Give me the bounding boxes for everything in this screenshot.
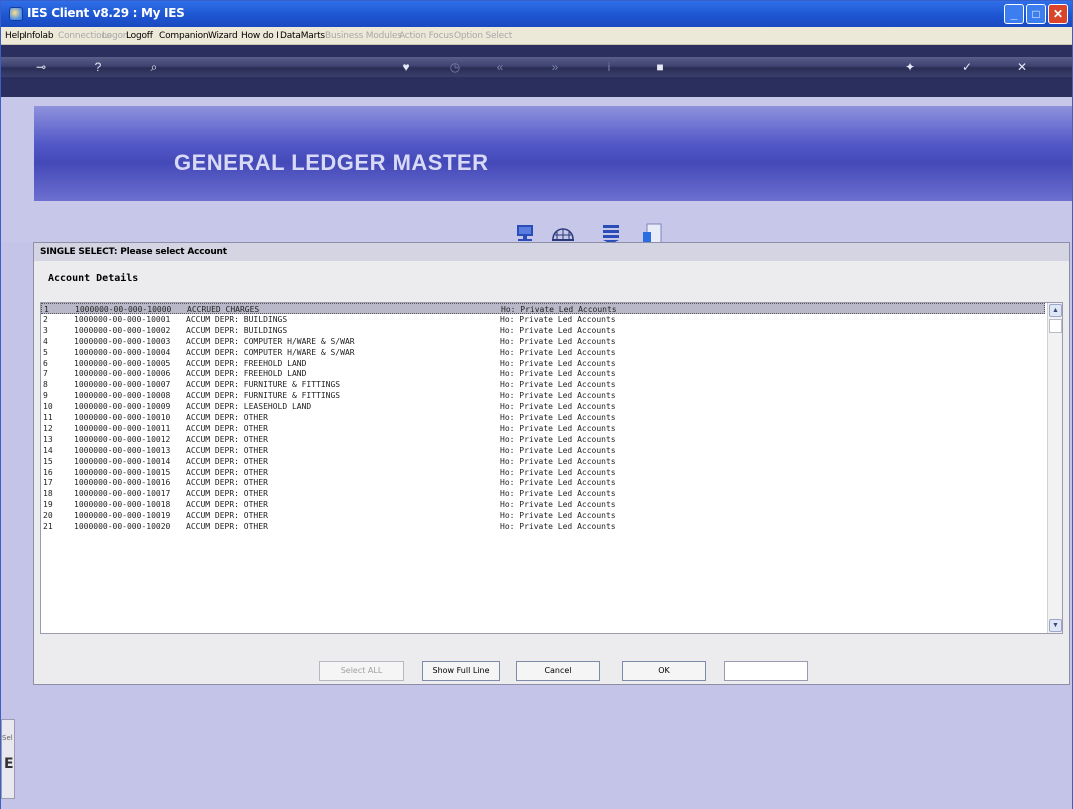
table-row[interactable]: 2 1000000-00-000-10001 ACCUM DEPR: BUILDIN… <box>41 314 1045 325</box>
ok-button[interactable]: OK <box>622 661 706 681</box>
section-label: Account Details <box>48 273 139 284</box>
title-bar[interactable]: IES Client v8.29 : My IES _ □ ✕ <box>1 1 1072 27</box>
table-row[interactable]: 6 1000000-00-000-10005 ACCUM DEPR: FREEHOL… <box>41 358 1045 369</box>
key-icon[interactable]: ⊸ <box>33 59 49 75</box>
table-row[interactable]: 18 1000000-00-000-10017 ACCUM DEPR: OTHER H… <box>41 488 1045 499</box>
table-row[interactable]: 14 1000000-00-000-10013 ACCUM DEPR: OTHER H… <box>41 445 1045 456</box>
scroll-down-icon[interactable]: ▼ <box>1049 619 1062 632</box>
select-all-button[interactable]: Select ALL <box>319 661 404 681</box>
back-icon[interactable]: « <box>492 59 508 75</box>
vertical-scrollbar[interactable]: ▲ ▼ <box>1047 303 1062 633</box>
table-row[interactable]: 16 1000000-00-000-10015 ACCUM DEPR: OTHER H… <box>41 467 1045 478</box>
app-window: IES Client v8.29 : My IES _ □ ✕ Help Inf… <box>0 0 1073 809</box>
window-controls: _ □ ✕ <box>1004 4 1068 24</box>
table-row[interactable]: 15 1000000-00-000-10014 ACCUM DEPR: OTHER H… <box>41 456 1045 467</box>
table-row[interactable]: 20 1000000-00-000-10019 ACCUM DEPR: OTHER H… <box>41 510 1045 521</box>
check-icon[interactable]: ✓ <box>959 59 975 75</box>
window-title: IES Client v8.29 : My IES <box>27 6 185 20</box>
dialog-title: SINGLE SELECT: Please select Account <box>34 243 1069 261</box>
account-select-dialog: SINGLE SELECT: Please select Account Acc… <box>33 242 1070 685</box>
menu-option-select[interactable]: Option Select <box>454 31 512 41</box>
table-row[interactable]: 3 1000000-00-000-10002 ACCUM DEPR: BUILDIN… <box>41 325 1045 336</box>
search-input[interactable] <box>724 661 808 681</box>
table-row[interactable]: 19 1000000-00-000-10018 ACCUM DEPR: OTHER H… <box>41 499 1045 510</box>
menu-logoff[interactable]: Logoff <box>126 31 153 41</box>
menu-action-focus[interactable]: Action Focus <box>399 31 454 41</box>
tools-icon[interactable]: ✦ <box>902 59 918 75</box>
menu-companion[interactable]: Companion <box>159 31 209 41</box>
menu-wizard[interactable]: Wizard <box>208 31 238 41</box>
clock-icon[interactable]: ◷ <box>447 59 463 75</box>
toolbar: ⊸ ? ⌕ ♥ ◷ « » i ■ ✦ ✓ ✕ <box>1 45 1072 97</box>
menu-how-do-i[interactable]: How do I <box>241 31 279 41</box>
table-row[interactable]: 1 1000000-00-000-10000 ACCRUED CHARGES Ho: … <box>41 303 1045 314</box>
forward-icon[interactable]: » <box>547 59 563 75</box>
close-icon[interactable]: ✕ <box>1014 59 1030 75</box>
scroll-thumb[interactable] <box>1049 319 1062 333</box>
menu-datamarts[interactable]: DataMarts <box>280 31 325 41</box>
module-banner: GENERAL LEDGER MASTER <box>34 106 1072 201</box>
app-icon <box>9 7 23 21</box>
table-row[interactable]: 9 1000000-00-000-10008 ACCUM DEPR: FURNITU… <box>41 390 1045 401</box>
stop-icon[interactable]: ■ <box>652 59 668 75</box>
page-title: GENERAL LEDGER MASTER <box>174 150 489 175</box>
menu-logon[interactable]: Logon <box>102 31 128 41</box>
table-row[interactable]: 7 1000000-00-000-10006 ACCUM DEPR: FREEHOL… <box>41 368 1045 379</box>
table-row[interactable]: 5 1000000-00-000-10004 ACCUM DEPR: COMPUTE… <box>41 347 1045 358</box>
side-panel-glyph: E <box>4 756 14 772</box>
bottom-area <box>1 685 1072 809</box>
menu-infolab[interactable]: Infolab <box>24 31 54 41</box>
table-row[interactable]: 8 1000000-00-000-10007 ACCUM DEPR: FURNITU… <box>41 379 1045 390</box>
account-list[interactable]: 1 1000000-00-000-10000 ACCRUED CHARGES Ho: … <box>40 302 1063 634</box>
table-row[interactable]: 12 1000000-00-000-10011 ACCUM DEPR: OTHER H… <box>41 423 1045 434</box>
search-icon[interactable]: ⌕ <box>146 59 162 75</box>
help-icon[interactable]: ? <box>90 59 106 75</box>
table-row[interactable]: 10 1000000-00-000-10009 ACCUM DEPR: LEASEH… <box>41 401 1045 412</box>
close-button[interactable]: ✕ <box>1048 4 1068 24</box>
table-row[interactable]: 13 1000000-00-000-10012 ACCUM DEPR: OTHER H… <box>41 434 1045 445</box>
minimize-button[interactable]: _ <box>1004 4 1024 24</box>
table-row[interactable]: 17 1000000-00-000-10016 ACCUM DEPR: OTHER H… <box>41 477 1045 488</box>
maximize-button[interactable]: □ <box>1026 4 1046 24</box>
side-panel[interactable]: Sel E <box>1 719 15 799</box>
menu-business-modules[interactable]: Business Modules <box>325 31 402 41</box>
side-panel-label: Sel <box>2 734 13 742</box>
table-row[interactable]: 21 1000000-00-000-10020 ACCUM DEPR: OTHER H… <box>41 521 1045 532</box>
scroll-up-icon[interactable]: ▲ <box>1049 304 1062 317</box>
table-row[interactable]: 4 1000000-00-000-10003 ACCUM DEPR: COMPUTE… <box>41 336 1045 347</box>
menu-help[interactable]: Help <box>5 31 25 41</box>
heart-icon[interactable]: ♥ <box>398 59 414 75</box>
table-row[interactable]: 11 1000000-00-000-10010 ACCUM DEPR: OTHER H… <box>41 412 1045 423</box>
menu-bar: Help Infolab Connections Logon Logoff Co… <box>1 27 1072 45</box>
info-icon[interactable]: i <box>601 59 617 75</box>
show-full-line-button[interactable]: Show Full Line <box>422 661 500 681</box>
cancel-button[interactable]: Cancel <box>516 661 600 681</box>
